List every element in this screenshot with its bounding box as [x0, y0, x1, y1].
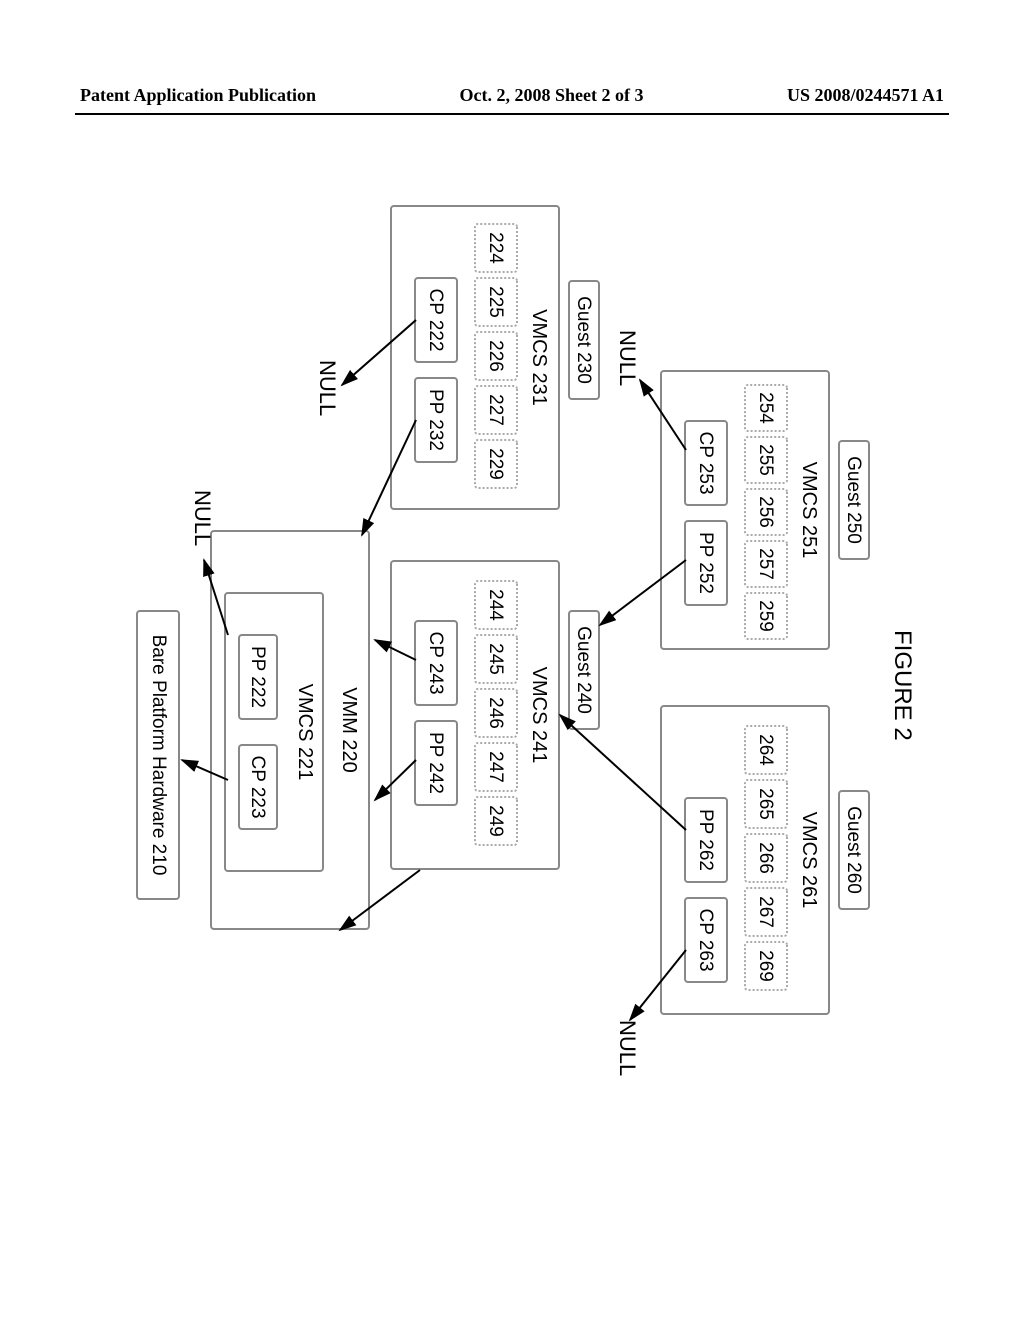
reg-255: 255 [744, 436, 788, 484]
header-right: US 2008/0244571 A1 [787, 85, 944, 106]
reg-247: 247 [474, 742, 518, 792]
reg-224: 224 [474, 223, 518, 273]
guest-240-label: Guest 240 [572, 612, 594, 728]
header-center: Oct. 2, 2008 Sheet 2 of 3 [460, 85, 644, 106]
vmcs-231-box: VMCS 231 224 225 226 227 229 CP 222 PP 2… [390, 205, 560, 510]
null-label-3: NULL [314, 360, 340, 416]
figure-title: FIGURE 2 [888, 630, 916, 741]
null-label-1: NULL [614, 330, 640, 386]
cp-243: CP 243 [414, 620, 458, 706]
reg-245: 245 [474, 634, 518, 684]
pp-222: PP 222 [238, 634, 278, 720]
null-label-2: NULL [614, 1020, 640, 1076]
bare-hardware-box: Bare Platform Hardware 210 [136, 610, 180, 900]
figure-area: FIGURE 2 Guest 250 VMCS 251 254 255 256 … [100, 160, 920, 1180]
guest-230-label-box: Guest 230 [568, 280, 600, 400]
vmcs-251-label: VMCS 251 [797, 372, 820, 648]
cp-253: CP 253 [684, 420, 728, 506]
pp-232: PP 232 [414, 377, 458, 463]
reg-259: 259 [744, 592, 788, 640]
reg-229: 229 [474, 439, 518, 489]
reg-256: 256 [744, 488, 788, 536]
header-left: Patent Application Publication [80, 85, 316, 106]
vmcs-241-box: VMCS 241 244 245 246 247 249 CP 243 PP 2… [390, 560, 560, 870]
reg-257: 257 [744, 540, 788, 588]
vmcs-221-label: VMCS 221 [293, 594, 316, 870]
reg-227: 227 [474, 385, 518, 435]
pp-242: PP 242 [414, 720, 458, 806]
pp-262: PP 262 [684, 797, 728, 883]
cp-263: CP 263 [684, 897, 728, 983]
reg-266: 266 [744, 833, 788, 883]
vmcs-251-box: VMCS 251 254 255 256 257 259 CP 253 PP 2… [660, 370, 830, 650]
vmm-220-label: VMM 220 [337, 532, 360, 928]
reg-225: 225 [474, 277, 518, 327]
vmcs-261-label: VMCS 261 [797, 707, 820, 1013]
reg-267: 267 [744, 887, 788, 937]
reg-254: 254 [744, 384, 788, 432]
vmm-220-box: VMM 220 VMCS 221 PP 222 CP 223 [210, 530, 370, 930]
reg-249: 249 [474, 796, 518, 846]
page-header: Patent Application Publication Oct. 2, 2… [0, 85, 1024, 106]
header-divider [75, 113, 949, 115]
guest-260-label-box: Guest 260 [838, 790, 870, 910]
cp-222-a: CP 222 [414, 277, 458, 363]
vmcs-231-label: VMCS 231 [527, 207, 550, 508]
reg-265: 265 [744, 779, 788, 829]
reg-246: 246 [474, 688, 518, 738]
null-label-4: NULL [189, 490, 215, 546]
reg-264: 264 [744, 725, 788, 775]
guest-250-label: Guest 250 [842, 442, 864, 558]
guest-230-label: Guest 230 [572, 282, 594, 398]
vmcs-261-box: VMCS 261 264 265 266 267 269 PP 262 CP 2… [660, 705, 830, 1015]
vmcs-221-box: VMCS 221 PP 222 CP 223 [224, 592, 324, 872]
guest-260-label: Guest 260 [842, 792, 864, 908]
vmcs-241-label: VMCS 241 [527, 562, 550, 868]
guest-240-label-box: Guest 240 [568, 610, 600, 730]
pp-252: PP 252 [684, 520, 728, 606]
figure-rotated-canvas: FIGURE 2 Guest 250 VMCS 251 254 255 256 … [100, 160, 920, 1180]
cp-223: CP 223 [238, 744, 278, 830]
reg-269: 269 [744, 941, 788, 991]
bare-hardware-label: Bare Platform Hardware 210 [147, 612, 169, 898]
reg-244: 244 [474, 580, 518, 630]
reg-226: 226 [474, 331, 518, 381]
guest-250-label-box: Guest 250 [838, 440, 870, 560]
